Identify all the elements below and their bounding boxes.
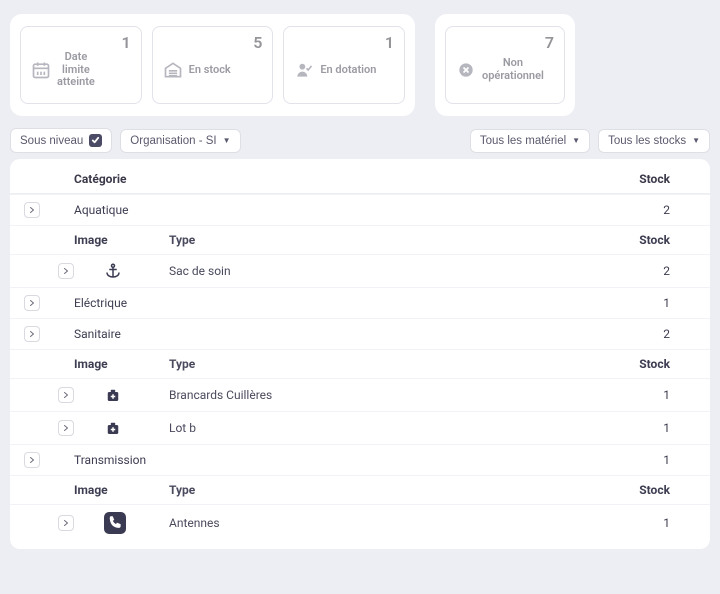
expand-toggle[interactable] — [58, 263, 74, 279]
status-card-group-right: 7 Non opérationnel — [435, 14, 575, 116]
card-en-dotation[interactable]: 1 En dotation — [283, 26, 405, 104]
filter-row: Sous niveau Organisation - SI ▼ Tous les… — [10, 128, 710, 153]
category-name: Eléctrique — [74, 296, 169, 310]
sous-niveau-label: Sous niveau — [20, 135, 83, 147]
card-non-operationnel[interactable]: 7 Non opérationnel — [445, 26, 565, 104]
caret-down-icon: ▼ — [223, 136, 231, 145]
materiel-dropdown[interactable]: Tous les matériel ▼ — [470, 129, 590, 153]
warehouse-icon — [163, 60, 183, 80]
item-row: Antennes1 — [10, 504, 710, 541]
col-image: Image — [74, 357, 169, 371]
item-stock: 1 — [449, 421, 696, 435]
item-type: Lot b — [169, 421, 449, 435]
medkit-icon — [104, 386, 122, 404]
item-stock: 2 — [449, 264, 696, 278]
anchor-icon — [104, 262, 122, 280]
expand-toggle[interactable] — [58, 420, 74, 436]
col-type: Type — [169, 483, 449, 497]
item-stock: 1 — [449, 388, 696, 402]
item-image — [104, 262, 169, 280]
stocks-dropdown[interactable]: Tous les stocks ▼ — [598, 129, 710, 153]
inventory-table: Catégorie Stock Aquatique2ImageTypeStock… — [10, 159, 710, 549]
organisation-dropdown[interactable]: Organisation - SI ▼ — [120, 129, 240, 153]
col-type: Type — [169, 357, 449, 371]
card-count: 7 — [545, 33, 554, 52]
caret-down-icon: ▼ — [572, 136, 580, 145]
medkit-icon — [104, 419, 122, 437]
card-label: En dotation — [320, 64, 376, 77]
x-circle-icon — [456, 60, 476, 80]
category-stock: 2 — [449, 327, 696, 341]
category-row: Sanitaire 2 — [10, 318, 710, 349]
materiel-label: Tous les matériel — [480, 135, 566, 147]
phone-icon — [104, 512, 126, 534]
col-stock: Stock — [449, 172, 696, 186]
stocks-label: Tous les stocks — [608, 135, 686, 147]
table-header-row: Catégorie Stock — [10, 165, 710, 194]
category-stock: 2 — [449, 203, 696, 217]
item-row: Lot b1 — [10, 411, 710, 444]
item-image — [104, 512, 169, 534]
category-name: Aquatique — [74, 203, 169, 217]
expand-toggle[interactable] — [24, 202, 40, 218]
item-row: Brancards Cuillères1 — [10, 378, 710, 411]
col-stock: Stock — [449, 357, 696, 371]
card-label: Non opérationnel — [482, 57, 544, 82]
col-stock: Stock — [449, 233, 696, 247]
status-cards-row: 1 Date limite atteinte 5 En stock 1 En d… — [10, 14, 710, 116]
item-stock: 1 — [449, 516, 696, 530]
child-header-row: ImageTypeStock — [10, 475, 710, 504]
col-stock: Stock — [449, 483, 696, 497]
calendar-icon — [31, 60, 51, 80]
category-row: Transmission 1 — [10, 444, 710, 475]
status-card-group-left: 1 Date limite atteinte 5 En stock 1 En d… — [10, 14, 415, 116]
col-categorie: Catégorie — [74, 172, 169, 186]
col-image: Image — [74, 483, 169, 497]
category-stock: 1 — [449, 453, 696, 467]
card-date-limite[interactable]: 1 Date limite atteinte — [20, 26, 142, 104]
item-type: Brancards Cuillères — [169, 388, 449, 402]
expand-toggle[interactable] — [24, 326, 40, 342]
item-type: Sac de soin — [169, 264, 449, 278]
organisation-label: Organisation - SI — [130, 135, 216, 147]
child-header-row: ImageTypeStock — [10, 225, 710, 254]
item-type: Antennes — [169, 516, 449, 530]
person-check-icon — [294, 60, 314, 80]
expand-toggle[interactable] — [58, 515, 74, 531]
sous-niveau-toggle[interactable]: Sous niveau — [10, 128, 112, 153]
card-en-stock[interactable]: 5 En stock — [152, 26, 274, 104]
card-count: 1 — [122, 33, 131, 52]
child-header-row: ImageTypeStock — [10, 349, 710, 378]
checkbox-checked-icon — [89, 134, 102, 147]
caret-down-icon: ▼ — [692, 136, 700, 145]
col-type: Type — [169, 233, 449, 247]
card-label: Date limite atteinte — [57, 51, 95, 89]
expand-toggle[interactable] — [24, 295, 40, 311]
category-name: Transmission — [74, 453, 169, 467]
category-row: Aquatique 2 — [10, 194, 710, 225]
card-label: En stock — [189, 64, 231, 77]
category-name: Sanitaire — [74, 327, 169, 341]
item-image — [104, 419, 169, 437]
col-image: Image — [74, 233, 169, 247]
card-count: 1 — [385, 33, 394, 52]
category-row: Eléctrique 1 — [10, 287, 710, 318]
item-row: Sac de soin2 — [10, 254, 710, 287]
card-count: 5 — [253, 33, 262, 52]
expand-toggle[interactable] — [58, 387, 74, 403]
expand-toggle[interactable] — [24, 452, 40, 468]
category-stock: 1 — [449, 296, 696, 310]
item-image — [104, 386, 169, 404]
